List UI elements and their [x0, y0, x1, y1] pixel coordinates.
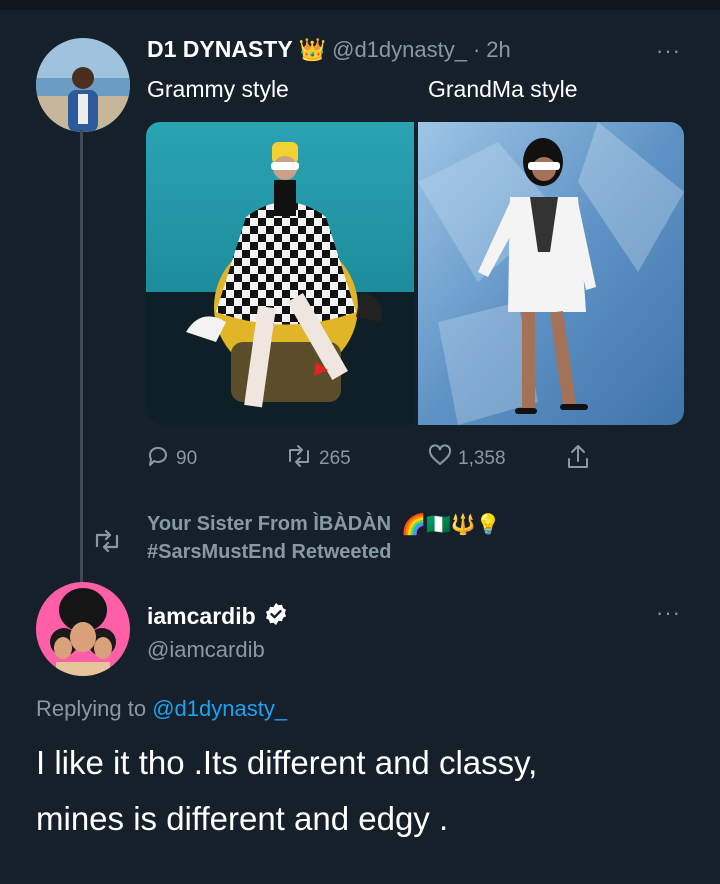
reply-icon — [146, 444, 170, 474]
tweet-text-line1: I like it tho .Its different and classy, — [36, 744, 538, 781]
retweeted-label: #SarsMustEnd Retweeted — [147, 541, 392, 563]
retweeter-emoji: 🌈🇳🇬🔱💡 — [401, 514, 501, 536]
replying-to: Replying to @d1dynasty_ — [36, 696, 287, 722]
author-name[interactable]: D1 DYNASTY — [147, 36, 293, 63]
caption-left: Grammy style — [147, 76, 289, 102]
caption-right: GrandMa style — [428, 76, 578, 102]
thread-line — [80, 130, 83, 595]
like-count: 1,358 — [458, 448, 506, 469]
media-image-right[interactable] — [418, 122, 684, 425]
crown-emoji: 👑 — [298, 36, 327, 62]
tweet-header: iamcardib — [147, 602, 288, 631]
share-button[interactable] — [566, 444, 590, 476]
heart-icon — [428, 444, 452, 474]
avatar-iamcardib[interactable] — [36, 582, 130, 676]
author-handle[interactable]: @d1dynasty_ — [332, 37, 467, 63]
retweet-count: 265 — [319, 448, 351, 469]
share-icon — [566, 444, 590, 476]
more-options-button[interactable]: ··· — [656, 600, 681, 626]
tweet-header: D1 DYNASTY 👑 @d1dynasty_ · 2h — [147, 36, 511, 63]
retweet-icon — [285, 444, 313, 474]
retweet-button[interactable]: 265 — [285, 444, 351, 474]
timestamp[interactable]: 2h — [486, 37, 510, 63]
avatar-d1dynasty[interactable] — [36, 38, 130, 132]
reply-button[interactable]: 90 — [146, 444, 197, 474]
replying-to-handle[interactable]: @d1dynasty_ — [152, 696, 287, 721]
author-name[interactable]: iamcardib — [147, 603, 256, 630]
media-image-left[interactable] — [146, 122, 414, 425]
author-handle[interactable]: @iamcardib — [147, 637, 265, 663]
replying-to-label: Replying to — [36, 696, 147, 721]
reply-count: 90 — [176, 448, 198, 469]
verified-badge-icon — [264, 602, 288, 631]
more-options-button[interactable]: ··· — [656, 38, 681, 64]
retweeter-name[interactable]: Your Sister From ÌBÀDÀN — [147, 513, 391, 536]
separator-dot: · — [472, 36, 481, 62]
like-button[interactable]: 1,358 — [428, 444, 506, 474]
retweet-indicator-icon — [92, 528, 122, 559]
status-strip — [0, 0, 720, 10]
tweet-text-line2: mines is different and edgy . — [36, 800, 449, 837]
